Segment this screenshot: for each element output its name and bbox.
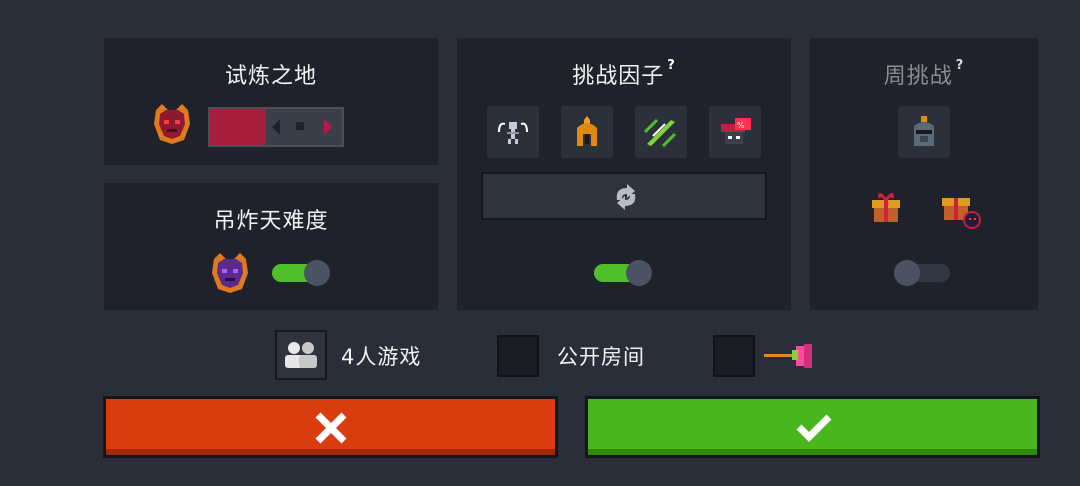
weekly-tile[interactable] (898, 106, 950, 158)
refresh-button[interactable] (481, 172, 767, 220)
players-icon (285, 342, 317, 368)
factors-title-text: 挑战因子 (572, 64, 665, 89)
slider-right-arrow-icon[interactable] (324, 119, 332, 135)
weekly-toggle[interactable] (894, 260, 952, 286)
help-icon[interactable]: ? (667, 58, 676, 73)
difficulty-panel: 吊炸天难度 (104, 183, 438, 310)
weekly-title-text: 周挑战 (883, 64, 953, 89)
trial-title: 试炼之地 (224, 64, 317, 89)
discount-hat-icon: % (721, 118, 751, 144)
cancel-button[interactable] (103, 396, 558, 458)
public-room-label: 公开房间 (557, 345, 645, 369)
red-demon-mask-icon (150, 102, 194, 146)
factors-panel: 挑战因子? % (457, 38, 791, 310)
factor-tile-2[interactable] (561, 106, 613, 158)
knight-helmet-icon (914, 116, 934, 146)
close-icon (315, 412, 347, 444)
players-label: 4人游戏 (341, 345, 422, 369)
gift-box-demon-icon (940, 188, 982, 230)
refresh-icon (616, 184, 636, 210)
weekly-panel: 周挑战? (810, 38, 1038, 310)
players-button[interactable] (275, 330, 327, 380)
cancel-button-shade (106, 449, 555, 455)
help-icon[interactable]: ? (956, 58, 965, 73)
public-room-checkbox[interactable] (497, 335, 539, 377)
spartan-helmet-icon (577, 116, 597, 146)
toggle-knob (626, 260, 652, 286)
checkmark-icon (796, 414, 832, 442)
difficulty-slider[interactable] (208, 107, 344, 147)
factor-tile-3[interactable] (635, 106, 687, 158)
jump-rope-skeleton-icon (498, 122, 528, 144)
factor-tile-1[interactable] (487, 106, 539, 158)
confirm-button[interactable] (585, 396, 1040, 458)
weekly-title: 周挑战? (810, 58, 1038, 90)
slider-handle[interactable] (296, 122, 304, 130)
toggle-knob (894, 260, 920, 286)
hammer-checkbox[interactable] (713, 335, 755, 377)
hammer-icon (762, 340, 814, 372)
factor-tile-4[interactable]: % (709, 106, 761, 158)
factors-toggle[interactable] (594, 260, 652, 286)
difficulty-title: 吊炸天难度 (213, 209, 329, 234)
svg-text:%: % (737, 121, 745, 130)
factors-title: 挑战因子? (457, 58, 791, 90)
gift-box-icon (868, 188, 904, 224)
slider-fill (210, 109, 266, 145)
slider-left-arrow-icon[interactable] (272, 119, 280, 135)
toggle-knob (304, 260, 330, 286)
confirm-button-shade (588, 449, 1037, 455)
difficulty-toggle[interactable] (272, 260, 330, 286)
green-blades-icon (643, 118, 677, 148)
purple-demon-mask-icon (208, 251, 252, 295)
trial-panel: 试炼之地 (104, 38, 438, 165)
